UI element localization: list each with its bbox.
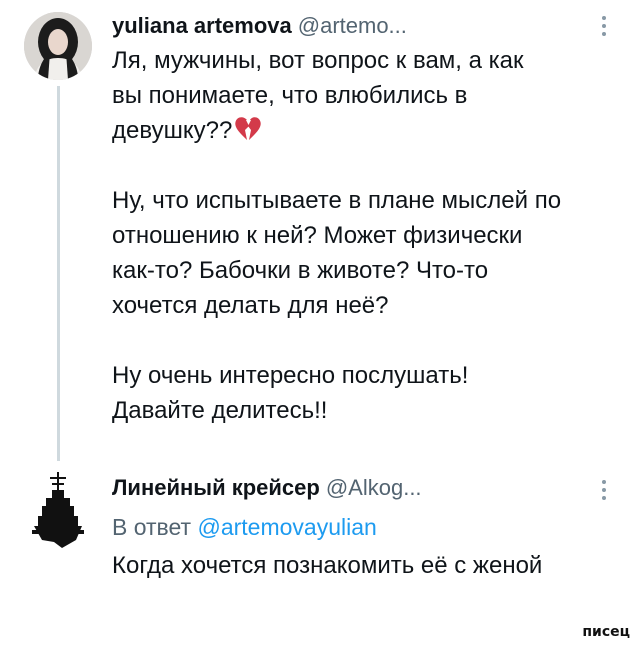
author-handle[interactable]: @artemo... <box>298 13 407 38</box>
author-name[interactable]: yuliana artemova <box>112 13 292 38</box>
reply-text: Когда хочется познакомить её с женой <box>112 552 543 579</box>
tweet-line: вы понимаете, что влюбились в <box>112 82 468 109</box>
battlecruiser-ship-avatar[interactable] <box>28 470 88 552</box>
tweet-line: как-то? Бабочки в животе? Что-то <box>112 257 489 284</box>
thread-line <box>57 86 60 461</box>
reply-author-handle[interactable]: @Alkog... <box>326 475 422 500</box>
tweet-line-text: девушку?? <box>112 117 233 144</box>
more-options-icon[interactable] <box>601 16 607 36</box>
watermark: писец <box>582 624 630 640</box>
replying-to: В ответ @artemovayulian <box>112 512 377 542</box>
tweet-header: yuliana artemova @artemo... <box>112 12 407 40</box>
tweet-line: хочется делать для неё? <box>112 292 389 319</box>
broken-heart-icon <box>235 117 262 140</box>
reply-author-name[interactable]: Линейный крейсер <box>112 475 320 500</box>
woman-portrait-avatar <box>24 12 92 80</box>
tweet-line-with-emoji: девушку?? <box>112 114 262 148</box>
tweet-line: Ну очень интересно послушать! <box>112 362 469 389</box>
more-options-icon[interactable] <box>601 480 607 500</box>
reply-header: Линейный крейсер @Alkog... <box>112 474 422 502</box>
reply-prefix: В ответ <box>112 514 192 540</box>
tweet-line: Ля, мужчины, вот вопрос к вам, а как <box>112 47 524 74</box>
tweet-line: Давайте делитесь!! <box>112 397 328 424</box>
reply-mention-link[interactable]: @artemovayulian <box>197 514 376 540</box>
tweet-line: отношению к ней? Может физически <box>112 222 523 249</box>
avatar[interactable] <box>24 12 92 80</box>
tweet-line: Ну, что испытываете в плане мыслей по <box>112 187 562 214</box>
